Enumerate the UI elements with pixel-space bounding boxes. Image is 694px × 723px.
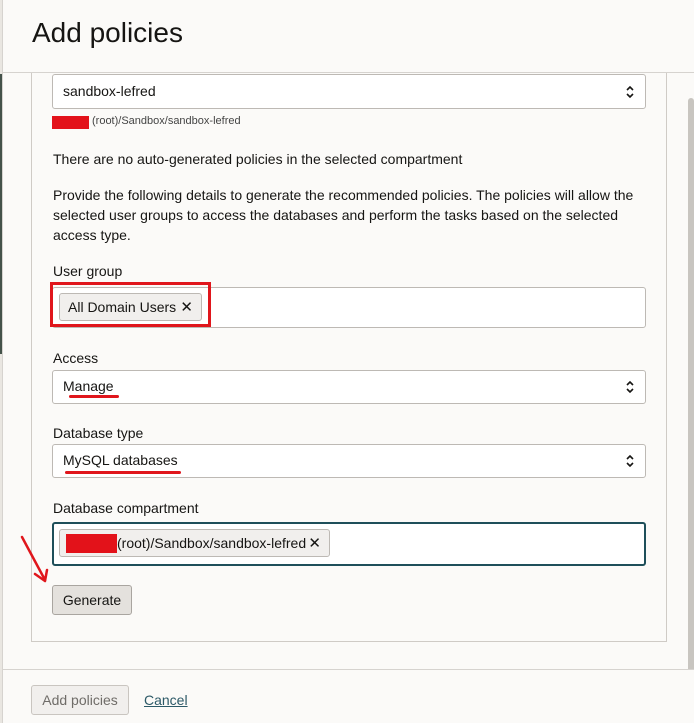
redacted-tenancy-name (52, 116, 89, 129)
dialog-footer: Add policies Cancel (3, 669, 694, 723)
database-type-select-value: MySQL databases (63, 452, 178, 468)
compartment-select[interactable]: sandbox-lefred (52, 74, 646, 109)
user-group-label: User group (53, 263, 123, 279)
add-policies-button[interactable]: Add policies (31, 685, 129, 715)
chevron-up-down-icon (626, 85, 634, 99)
chevron-up-down-icon (626, 454, 634, 468)
database-type-label: Database type (53, 425, 144, 441)
user-group-annotation-box (50, 282, 211, 327)
close-icon[interactable]: ✕ (308, 534, 321, 552)
compartment-path: (root)/Sandbox/sandbox-lefred (92, 115, 241, 127)
database-compartment-label: Database compartment (53, 500, 199, 516)
chevron-up-down-icon (626, 380, 634, 394)
generate-button[interactable]: Generate (52, 585, 132, 615)
access-select[interactable]: Manage (52, 370, 646, 404)
database-compartment-chip[interactable]: (root)/Sandbox/sandbox-lefred ✕ (59, 529, 330, 557)
no-policies-message: There are no auto-generated policies in … (53, 151, 463, 167)
dialog-title: Add policies (32, 17, 183, 48)
database-type-annotation-underline (65, 471, 181, 474)
dialog-header: Add policies (3, 0, 694, 73)
add-policies-dialog: Add policies sandbox-lefred (root)/Sandb… (2, 0, 694, 723)
page: Add policies sandbox-lefred (root)/Sandb… (0, 0, 694, 723)
cancel-link[interactable]: Cancel (144, 692, 188, 708)
instructions-text: Provide the following details to generat… (53, 187, 634, 243)
arrow-icon (20, 535, 49, 583)
compartment-select-value: sandbox-lefred (63, 83, 156, 99)
scrollbar[interactable] (688, 98, 694, 669)
redacted-tenancy-name (66, 534, 117, 553)
access-label: Access (53, 350, 99, 366)
access-select-value: Manage (63, 378, 114, 394)
access-annotation-underline (69, 395, 119, 398)
dialog-body[interactable]: sandbox-lefred (root)/Sandbox/sandbox-le… (3, 73, 694, 669)
database-compartment-chip-label: (root)/Sandbox/sandbox-lefred (117, 535, 307, 551)
